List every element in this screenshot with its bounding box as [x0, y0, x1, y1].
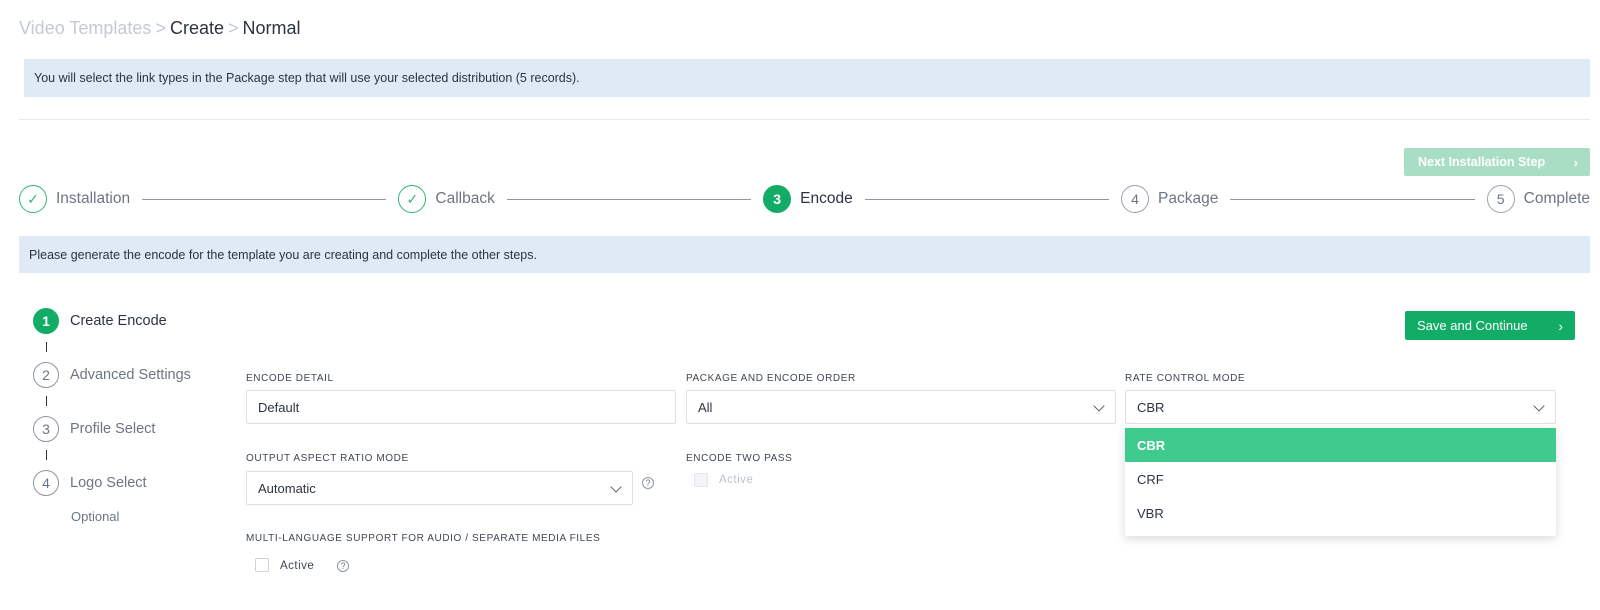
rate-control-label: RATE CONTROL MODE: [1125, 373, 1246, 384]
check-icon: ✓: [398, 185, 427, 213]
substep-label: Advanced Settings: [70, 367, 191, 383]
rate-control-option-cbr[interactable]: CBR: [1125, 428, 1556, 462]
rate-control-option-vbr[interactable]: VBR: [1125, 496, 1556, 530]
aspect-ratio-value: Automatic: [258, 480, 316, 496]
breadcrumb-separator: >: [227, 18, 239, 38]
chevron-right-icon: ›: [1558, 317, 1563, 334]
two-pass-checkbox-label: Active: [719, 474, 754, 486]
package-order-label: PACKAGE AND ENCODE ORDER: [686, 373, 856, 384]
substep-number: 4: [33, 470, 59, 496]
substep-advanced-settings[interactable]: 2 Advanced Settings: [33, 361, 213, 389]
multi-language-label: MULTI-LANGUAGE SUPPORT FOR AUDIO / SEPAR…: [246, 533, 601, 544]
encode-notice: Please generate the encode for the templ…: [19, 236, 1590, 273]
substep-connector: [46, 450, 47, 460]
check-icon: ✓: [19, 185, 47, 213]
step-callback[interactable]: ✓ Callback: [398, 185, 495, 213]
substep-profile-select[interactable]: 3 Profile Select: [33, 415, 213, 443]
encode-detail-input[interactable]: [246, 390, 676, 424]
breadcrumb-create[interactable]: Create: [170, 18, 224, 38]
next-installation-step-label: Next Installation Step: [1418, 155, 1546, 169]
chevron-down-icon: [1093, 400, 1105, 412]
encode-substeps: 1 Create Encode 2 Advanced Settings 3 Pr…: [33, 307, 213, 524]
distribution-notice: You will select the link types in the Pa…: [24, 59, 1590, 97]
breadcrumb-video-templates[interactable]: Video Templates: [19, 18, 151, 38]
rate-control-dropdown: CBR CRF VBR: [1125, 428, 1556, 536]
step-label: Complete: [1523, 190, 1590, 207]
step-connector: [142, 198, 387, 200]
substep-number: 1: [33, 308, 59, 334]
chevron-down-icon: [610, 481, 622, 493]
section-divider: [19, 119, 1590, 120]
substep-number: 3: [33, 416, 59, 442]
distribution-notice-text: You will select the link types in the Pa…: [34, 71, 580, 85]
step-encode[interactable]: 3 Encode: [763, 185, 853, 213]
rate-control-select[interactable]: CBR: [1125, 390, 1556, 424]
step-installation[interactable]: ✓ Installation: [19, 185, 130, 213]
step-connector: [1230, 198, 1475, 200]
rate-control-value: CBR: [1137, 399, 1165, 415]
chevron-right-icon: ›: [1573, 154, 1578, 170]
encode-detail-label: ENCODE DETAIL: [246, 373, 334, 384]
help-icon[interactable]: ?: [642, 477, 654, 489]
package-order-value: All: [698, 399, 713, 415]
substep-connector: [46, 396, 47, 406]
step-connector: [864, 198, 1110, 200]
installation-stepper: ✓ Installation ✓ Callback 3 Encode 4 Pac…: [19, 184, 1590, 214]
aspect-ratio-select[interactable]: Automatic: [246, 471, 633, 505]
step-package[interactable]: 4 Package: [1121, 185, 1218, 213]
breadcrumb: Video Templates > Create > Normal: [19, 18, 301, 39]
multi-language-checkbox-label: Active: [280, 560, 315, 572]
step-number: 3: [763, 185, 792, 213]
substep-logo-select[interactable]: 4 Logo Select: [33, 469, 213, 497]
step-connector: [506, 198, 752, 200]
substep-label: Create Encode: [70, 313, 167, 329]
breadcrumb-current: Normal: [242, 18, 301, 38]
save-and-continue-label: Save and Continue: [1417, 318, 1528, 333]
step-number: 5: [1486, 185, 1515, 213]
save-and-continue-button[interactable]: Save and Continue ›: [1405, 311, 1575, 340]
breadcrumb-separator: >: [155, 18, 166, 38]
step-label: Installation: [56, 190, 131, 207]
substep-create-encode[interactable]: 1 Create Encode: [33, 307, 213, 335]
aspect-ratio-label: OUTPUT ASPECT RATIO MODE: [246, 453, 409, 464]
substep-connector: [46, 342, 47, 352]
substep-label: Profile Select: [70, 421, 156, 437]
two-pass-checkbox[interactable]: [694, 473, 708, 487]
step-label: Encode: [800, 190, 853, 207]
package-order-select[interactable]: All: [686, 390, 1116, 424]
chevron-down-icon: [1533, 400, 1545, 412]
multi-language-checkbox[interactable]: [255, 558, 269, 572]
step-complete[interactable]: 5 Complete: [1486, 185, 1590, 213]
two-pass-label: ENCODE TWO PASS: [686, 453, 793, 464]
optional-note: Optional: [71, 509, 120, 524]
substep-label: Logo Select: [70, 475, 147, 491]
encode-notice-text: Please generate the encode for the templ…: [29, 247, 537, 262]
step-number: 4: [1121, 185, 1150, 213]
step-label: Callback: [435, 190, 495, 207]
rate-control-option-crf[interactable]: CRF: [1125, 462, 1556, 496]
step-label: Package: [1158, 190, 1219, 207]
help-icon[interactable]: ?: [337, 560, 349, 572]
substep-number: 2: [33, 362, 59, 388]
next-installation-step-button[interactable]: Next Installation Step ›: [1404, 148, 1590, 176]
